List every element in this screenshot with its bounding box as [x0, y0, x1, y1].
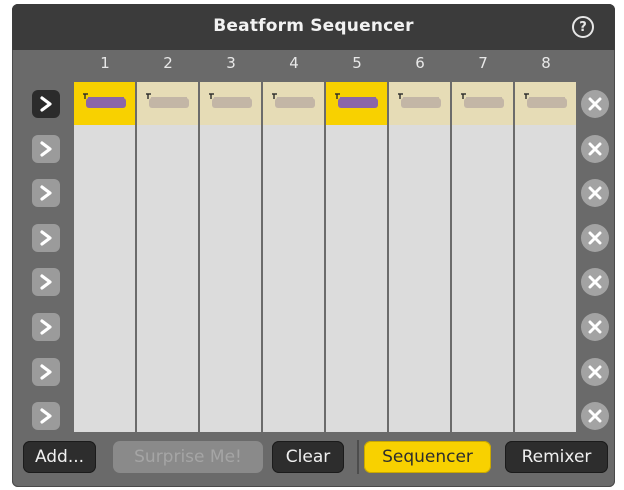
bathtub-icon — [209, 93, 252, 108]
close-icon — [588, 231, 602, 245]
row-play-button-8[interactable] — [32, 402, 60, 431]
column-header-2: 2 — [163, 54, 173, 72]
step-column-4 — [263, 82, 324, 432]
chevron-right-icon — [40, 96, 52, 112]
step-cell-4[interactable] — [263, 82, 324, 125]
toolbar-divider — [357, 440, 359, 474]
bathtub-icon — [83, 93, 126, 108]
bathtub-icon — [272, 93, 315, 108]
step-column-1 — [74, 82, 135, 432]
step-cell-7[interactable] — [452, 82, 513, 125]
bathtub-icon — [461, 93, 504, 108]
close-icon — [588, 97, 602, 111]
column-header-8: 8 — [541, 54, 551, 72]
step-column-5 — [326, 82, 387, 432]
row-play-button-3[interactable] — [32, 179, 60, 208]
chevron-right-icon — [40, 363, 52, 380]
bathtub-icon — [398, 93, 441, 108]
chevron-right-icon — [40, 140, 52, 157]
bathtub-icon — [146, 93, 189, 108]
step-column-3 — [200, 82, 261, 432]
add-button[interactable]: Add... — [23, 441, 96, 473]
chevron-right-icon — [40, 185, 52, 201]
row-delete-button-4[interactable] — [581, 223, 609, 252]
row-delete-button-5[interactable] — [581, 268, 609, 297]
surprise-me-button[interactable]: Surprise Me! — [113, 441, 263, 473]
step-cell-3[interactable] — [200, 82, 261, 125]
row-delete-button-7[interactable] — [581, 357, 609, 386]
bottom-toolbar: Add... Surprise Me! Clear Sequencer Remi… — [12, 436, 615, 487]
column-header-1: 1 — [100, 54, 110, 72]
step-column-6 — [389, 82, 450, 432]
step-cell-8[interactable] — [515, 82, 576, 125]
step-column-2 — [137, 82, 198, 432]
row-delete-button-6[interactable] — [581, 313, 609, 341]
chevron-right-icon — [40, 274, 52, 290]
row-play-button-2[interactable] — [32, 134, 60, 163]
row-play-button-5[interactable] — [32, 268, 60, 297]
bathtub-icon — [524, 93, 567, 108]
title-bar: Beatform Sequencer ? — [12, 4, 615, 50]
step-cell-6[interactable] — [389, 82, 450, 125]
step-column-8 — [515, 82, 576, 432]
window-title: Beatform Sequencer — [213, 16, 414, 36]
chevron-right-icon — [40, 319, 52, 335]
sequencer-button[interactable]: Sequencer — [364, 441, 491, 473]
row-play-button-1[interactable] — [32, 90, 60, 118]
chevron-right-icon — [40, 230, 52, 246]
row-play-button-4[interactable] — [32, 223, 60, 252]
clear-button[interactable]: Clear — [272, 441, 344, 473]
row-delete-button-1[interactable] — [581, 90, 609, 118]
close-icon — [588, 409, 602, 423]
column-headers: 1 2 3 4 5 6 7 8 — [74, 54, 578, 80]
close-icon — [588, 320, 602, 334]
sequencer-window: Beatform Sequencer ? 1 2 3 4 5 6 7 8 Add... Sur… — [12, 4, 615, 487]
column-header-6: 6 — [415, 54, 425, 72]
chevron-right-icon — [40, 408, 52, 424]
column-header-7: 7 — [478, 54, 488, 72]
step-grid — [74, 82, 578, 432]
close-icon — [588, 365, 602, 379]
remixer-button[interactable]: Remixer — [505, 441, 608, 473]
column-header-4: 4 — [289, 54, 299, 72]
row-delete-button-3[interactable] — [581, 179, 609, 208]
help-icon[interactable]: ? — [572, 16, 594, 38]
row-delete-button-8[interactable] — [581, 402, 609, 431]
close-icon — [588, 142, 602, 156]
row-play-button-7[interactable] — [32, 357, 60, 386]
step-column-7 — [452, 82, 513, 432]
step-cell-1[interactable] — [74, 82, 135, 125]
step-cell-5[interactable] — [326, 82, 387, 125]
column-header-5: 5 — [352, 54, 362, 72]
close-icon — [588, 275, 602, 289]
bathtub-icon — [335, 93, 378, 108]
step-cell-2[interactable] — [137, 82, 198, 125]
row-delete-button-2[interactable] — [581, 134, 609, 163]
close-icon — [588, 186, 602, 200]
column-header-3: 3 — [226, 54, 236, 72]
row-play-button-6[interactable] — [32, 313, 60, 341]
